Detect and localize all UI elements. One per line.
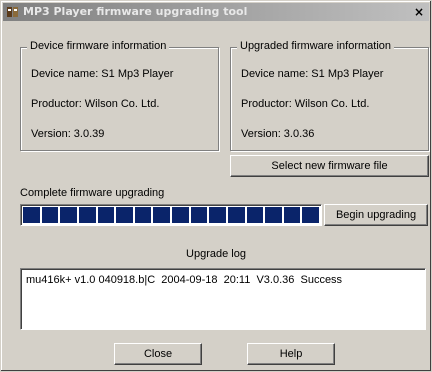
device-name-label: Device name: S1 Mp3 Player	[31, 68, 174, 80]
progress-segment	[60, 207, 77, 223]
app-icon	[7, 7, 18, 17]
upgraded-productor-label: Productor: Wilson Co. Ltd.	[241, 98, 370, 110]
progress-segment	[23, 207, 40, 223]
upgraded-version-label: Version: 3.0.36	[241, 128, 315, 140]
progress-segment	[283, 207, 301, 223]
firmware-tool-window: MP3 Player firmware upgrading tool × Dev…	[0, 0, 432, 372]
progress-segment	[302, 207, 319, 223]
progress-segment	[246, 207, 264, 223]
device-productor-label: Productor: Wilson Co. Ltd.	[31, 98, 160, 110]
progress-label: Complete firmware upgrading	[20, 187, 165, 199]
progress-segments	[23, 207, 319, 223]
progress-segment	[190, 207, 208, 223]
progress-segment	[265, 207, 282, 223]
progress-segment	[172, 207, 189, 223]
help-button[interactable]: Help	[247, 343, 335, 365]
title-bar[interactable]: MP3 Player firmware upgrading tool ×	[3, 3, 429, 21]
device-firmware-group: Device firmware information Device name:…	[20, 40, 219, 151]
progress-segment	[41, 207, 59, 223]
progress-segment	[153, 207, 170, 223]
log-line: mu416k+ v1.0 040918.b|C 2004-09-18 20:11…	[26, 274, 343, 286]
upgraded-name-label: Device name: S1 Mp3 Player	[241, 68, 384, 80]
begin-upgrading-button[interactable]: Begin upgrading	[324, 204, 428, 226]
close-button[interactable]: Close	[114, 343, 202, 365]
device-version-label: Version: 3.0.39	[31, 128, 105, 140]
select-firmware-button[interactable]: Select new firmware file	[230, 155, 429, 177]
progress-segment	[78, 207, 96, 223]
progress-segment	[97, 207, 115, 223]
progress-segment	[116, 207, 133, 223]
progress-segment	[134, 207, 152, 223]
progress-segment	[209, 207, 226, 223]
upgrade-log-title: Upgrade log	[186, 248, 246, 260]
upgrade-log-box[interactable]: mu416k+ v1.0 040918.b|C 2004-09-18 20:11…	[20, 268, 426, 330]
close-window-icon[interactable]: ×	[411, 5, 427, 19]
device-firmware-legend: Device firmware information	[27, 40, 170, 52]
upgrade-progress-bar	[20, 204, 322, 226]
upgraded-firmware-group: Upgraded firmware information Device nam…	[230, 40, 429, 151]
window-title: MP3 Player firmware upgrading tool	[23, 5, 248, 18]
upgraded-firmware-legend: Upgraded firmware information	[237, 40, 395, 52]
progress-segment	[227, 207, 245, 223]
